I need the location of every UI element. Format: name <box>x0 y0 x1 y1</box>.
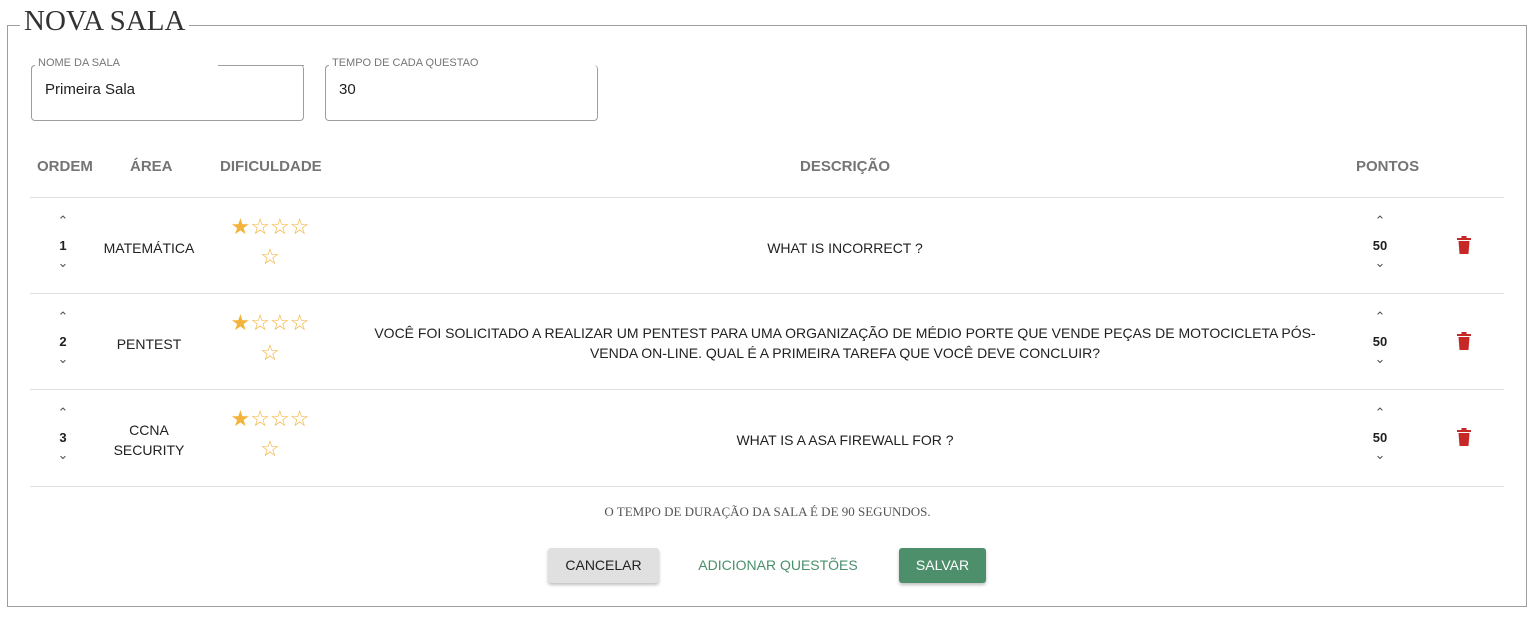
area-cell: PENTEST <box>116 336 182 352</box>
order-down-icon[interactable]: ⌄ <box>56 256 70 269</box>
order-down-icon[interactable]: ⌄ <box>56 352 70 365</box>
points-up-icon[interactable]: ⌃ <box>1373 310 1387 323</box>
area-cell: MATEMÁTICA <box>103 240 195 256</box>
star-outline-icon[interactable]: ☆ <box>290 406 310 431</box>
trash-icon[interactable] <box>1457 236 1471 254</box>
points-down-icon[interactable]: ⌄ <box>1373 352 1387 365</box>
add-questions-button[interactable]: ADICIONAR QUESTÕES <box>690 548 866 583</box>
header-points: PONTOS <box>1356 158 1420 175</box>
room-name-input[interactable]: Primeira Sala <box>45 81 135 98</box>
star-filled-icon[interactable]: ★ <box>231 214 251 239</box>
trash-icon[interactable] <box>1457 332 1471 350</box>
page-title: NOVA SALA <box>20 3 190 39</box>
star-outline-icon[interactable]: ☆ <box>260 340 280 365</box>
header-area: ÁREA <box>130 158 173 175</box>
star-outline-icon[interactable]: ☆ <box>250 214 270 239</box>
star-outline-icon[interactable]: ☆ <box>260 244 280 269</box>
order-up-icon[interactable]: ⌃ <box>56 214 70 227</box>
order-value: 1 <box>59 238 67 253</box>
header-order: ORDEM <box>37 158 93 175</box>
star-outline-icon[interactable]: ☆ <box>260 436 280 461</box>
description-cell: WHAT IS INCORRECT ? <box>767 240 923 256</box>
description-cell: WHAT IS A ASA FIREWALL FOR ? <box>736 432 954 448</box>
star-outline-icon[interactable]: ☆ <box>250 310 270 335</box>
points-value: 50 <box>1372 430 1388 445</box>
table-row: ⌃ 1 ⌄ MATEMÁTICA ★☆☆☆ ☆ WHAT IS INCORRECT… <box>30 197 1504 294</box>
question-time-label: TEMPO DE CADA QUESTAO <box>329 56 482 70</box>
difficulty-rating[interactable]: ★☆☆☆ ☆ <box>220 308 320 368</box>
question-time-field[interactable]: TEMPO DE CADA QUESTAO 30 <box>325 56 598 121</box>
difficulty-rating[interactable]: ★☆☆☆ ☆ <box>220 212 320 272</box>
points-value: 50 <box>1372 334 1388 349</box>
room-name-label: NOME DA SALA <box>35 56 123 70</box>
points-up-icon[interactable]: ⌃ <box>1373 406 1387 419</box>
order-value: 3 <box>59 430 67 445</box>
table-row: ⌃ 3 ⌄ CCNA SECURITY ★☆☆☆ ☆ WHAT IS A ASA … <box>30 389 1504 487</box>
star-outline-icon[interactable]: ☆ <box>270 214 290 239</box>
star-filled-icon[interactable]: ★ <box>231 310 251 335</box>
star-filled-icon[interactable]: ★ <box>231 406 251 431</box>
difficulty-rating[interactable]: ★☆☆☆ ☆ <box>220 404 320 464</box>
star-outline-icon[interactable]: ☆ <box>270 310 290 335</box>
trash-icon[interactable] <box>1457 428 1471 446</box>
duration-note: O TEMPO DE DURAÇÃO DA SALA É DE 90 SEGUN… <box>604 504 931 519</box>
cancel-button[interactable]: CANCELAR <box>548 548 659 583</box>
points-value: 50 <box>1372 238 1388 253</box>
order-up-icon[interactable]: ⌃ <box>56 310 70 323</box>
header-description: DESCRIÇÃO <box>800 158 891 175</box>
table-row: ⌃ 2 ⌄ PENTEST ★☆☆☆ ☆ VOCÊ FOI SOLICITADO … <box>30 293 1504 390</box>
header-difficulty: DIFICULDADE <box>220 158 322 175</box>
save-button[interactable]: SALVAR <box>899 548 986 583</box>
order-value: 2 <box>59 334 67 349</box>
question-time-input[interactable]: 30 <box>339 81 356 98</box>
points-down-icon[interactable]: ⌄ <box>1373 256 1387 269</box>
star-outline-icon[interactable]: ☆ <box>270 406 290 431</box>
order-up-icon[interactable]: ⌃ <box>56 406 70 419</box>
room-name-field[interactable]: NOME DA SALA Primeira Sala <box>31 56 304 121</box>
star-outline-icon[interactable]: ☆ <box>250 406 270 431</box>
star-outline-icon[interactable]: ☆ <box>290 310 310 335</box>
order-down-icon[interactable]: ⌄ <box>56 448 70 461</box>
points-up-icon[interactable]: ⌃ <box>1373 214 1387 227</box>
area-cell: CCNA SECURITY <box>113 422 185 458</box>
points-down-icon[interactable]: ⌄ <box>1373 448 1387 461</box>
star-outline-icon[interactable]: ☆ <box>290 214 310 239</box>
description-cell: VOCÊ FOI SOLICITADO A REALIZAR UM PENTES… <box>374 325 1316 361</box>
